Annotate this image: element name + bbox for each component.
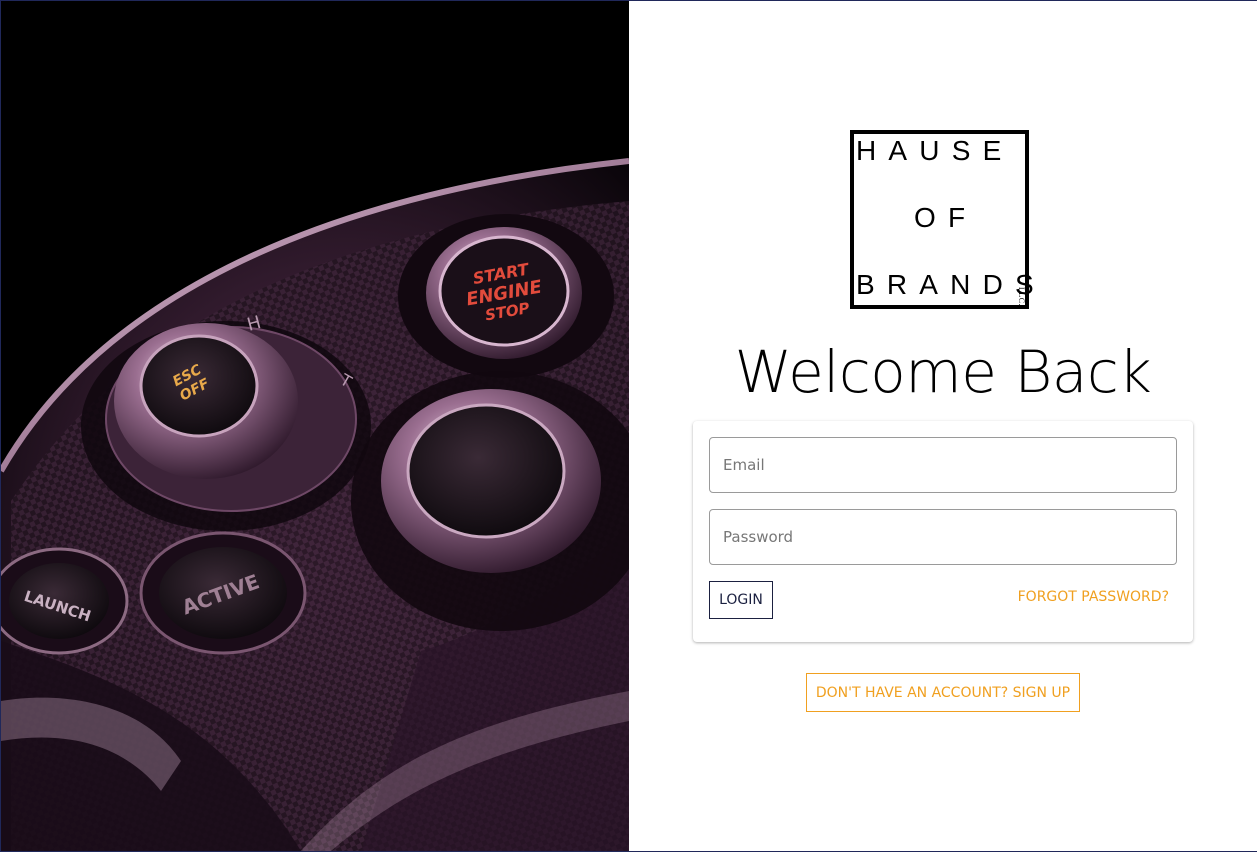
email-field[interactable]: [709, 437, 1177, 493]
password-input[interactable]: [710, 510, 1176, 564]
login-card: LOGIN FORGOT PASSWORD?: [693, 421, 1193, 642]
logo-suffix: LLC.: [1017, 287, 1026, 307]
brand-logo: HAUSE OF BRANDS: [850, 130, 1034, 310]
page-title: Welcome Back: [734, 338, 1152, 406]
logo-word-hause: HAUSE: [856, 135, 1014, 166]
password-field[interactable]: [709, 509, 1177, 565]
logo-word-brands: BRANDS: [856, 269, 1046, 300]
hero-image: START ENGINE STOP ESC OFF H T ACTIVE LAU…: [1, 1, 629, 851]
forgot-password-link[interactable]: FORGOT PASSWORD?: [1018, 589, 1169, 605]
signup-button[interactable]: DON'T HAVE AN ACCOUNT? SIGN UP: [806, 673, 1080, 712]
email-input[interactable]: [710, 438, 1176, 492]
login-button[interactable]: LOGIN: [709, 581, 773, 619]
login-panel: HAUSE OF BRANDS LLC. Welcome Back LOGIN …: [629, 1, 1257, 851]
logo-word-of: OF: [914, 202, 978, 233]
